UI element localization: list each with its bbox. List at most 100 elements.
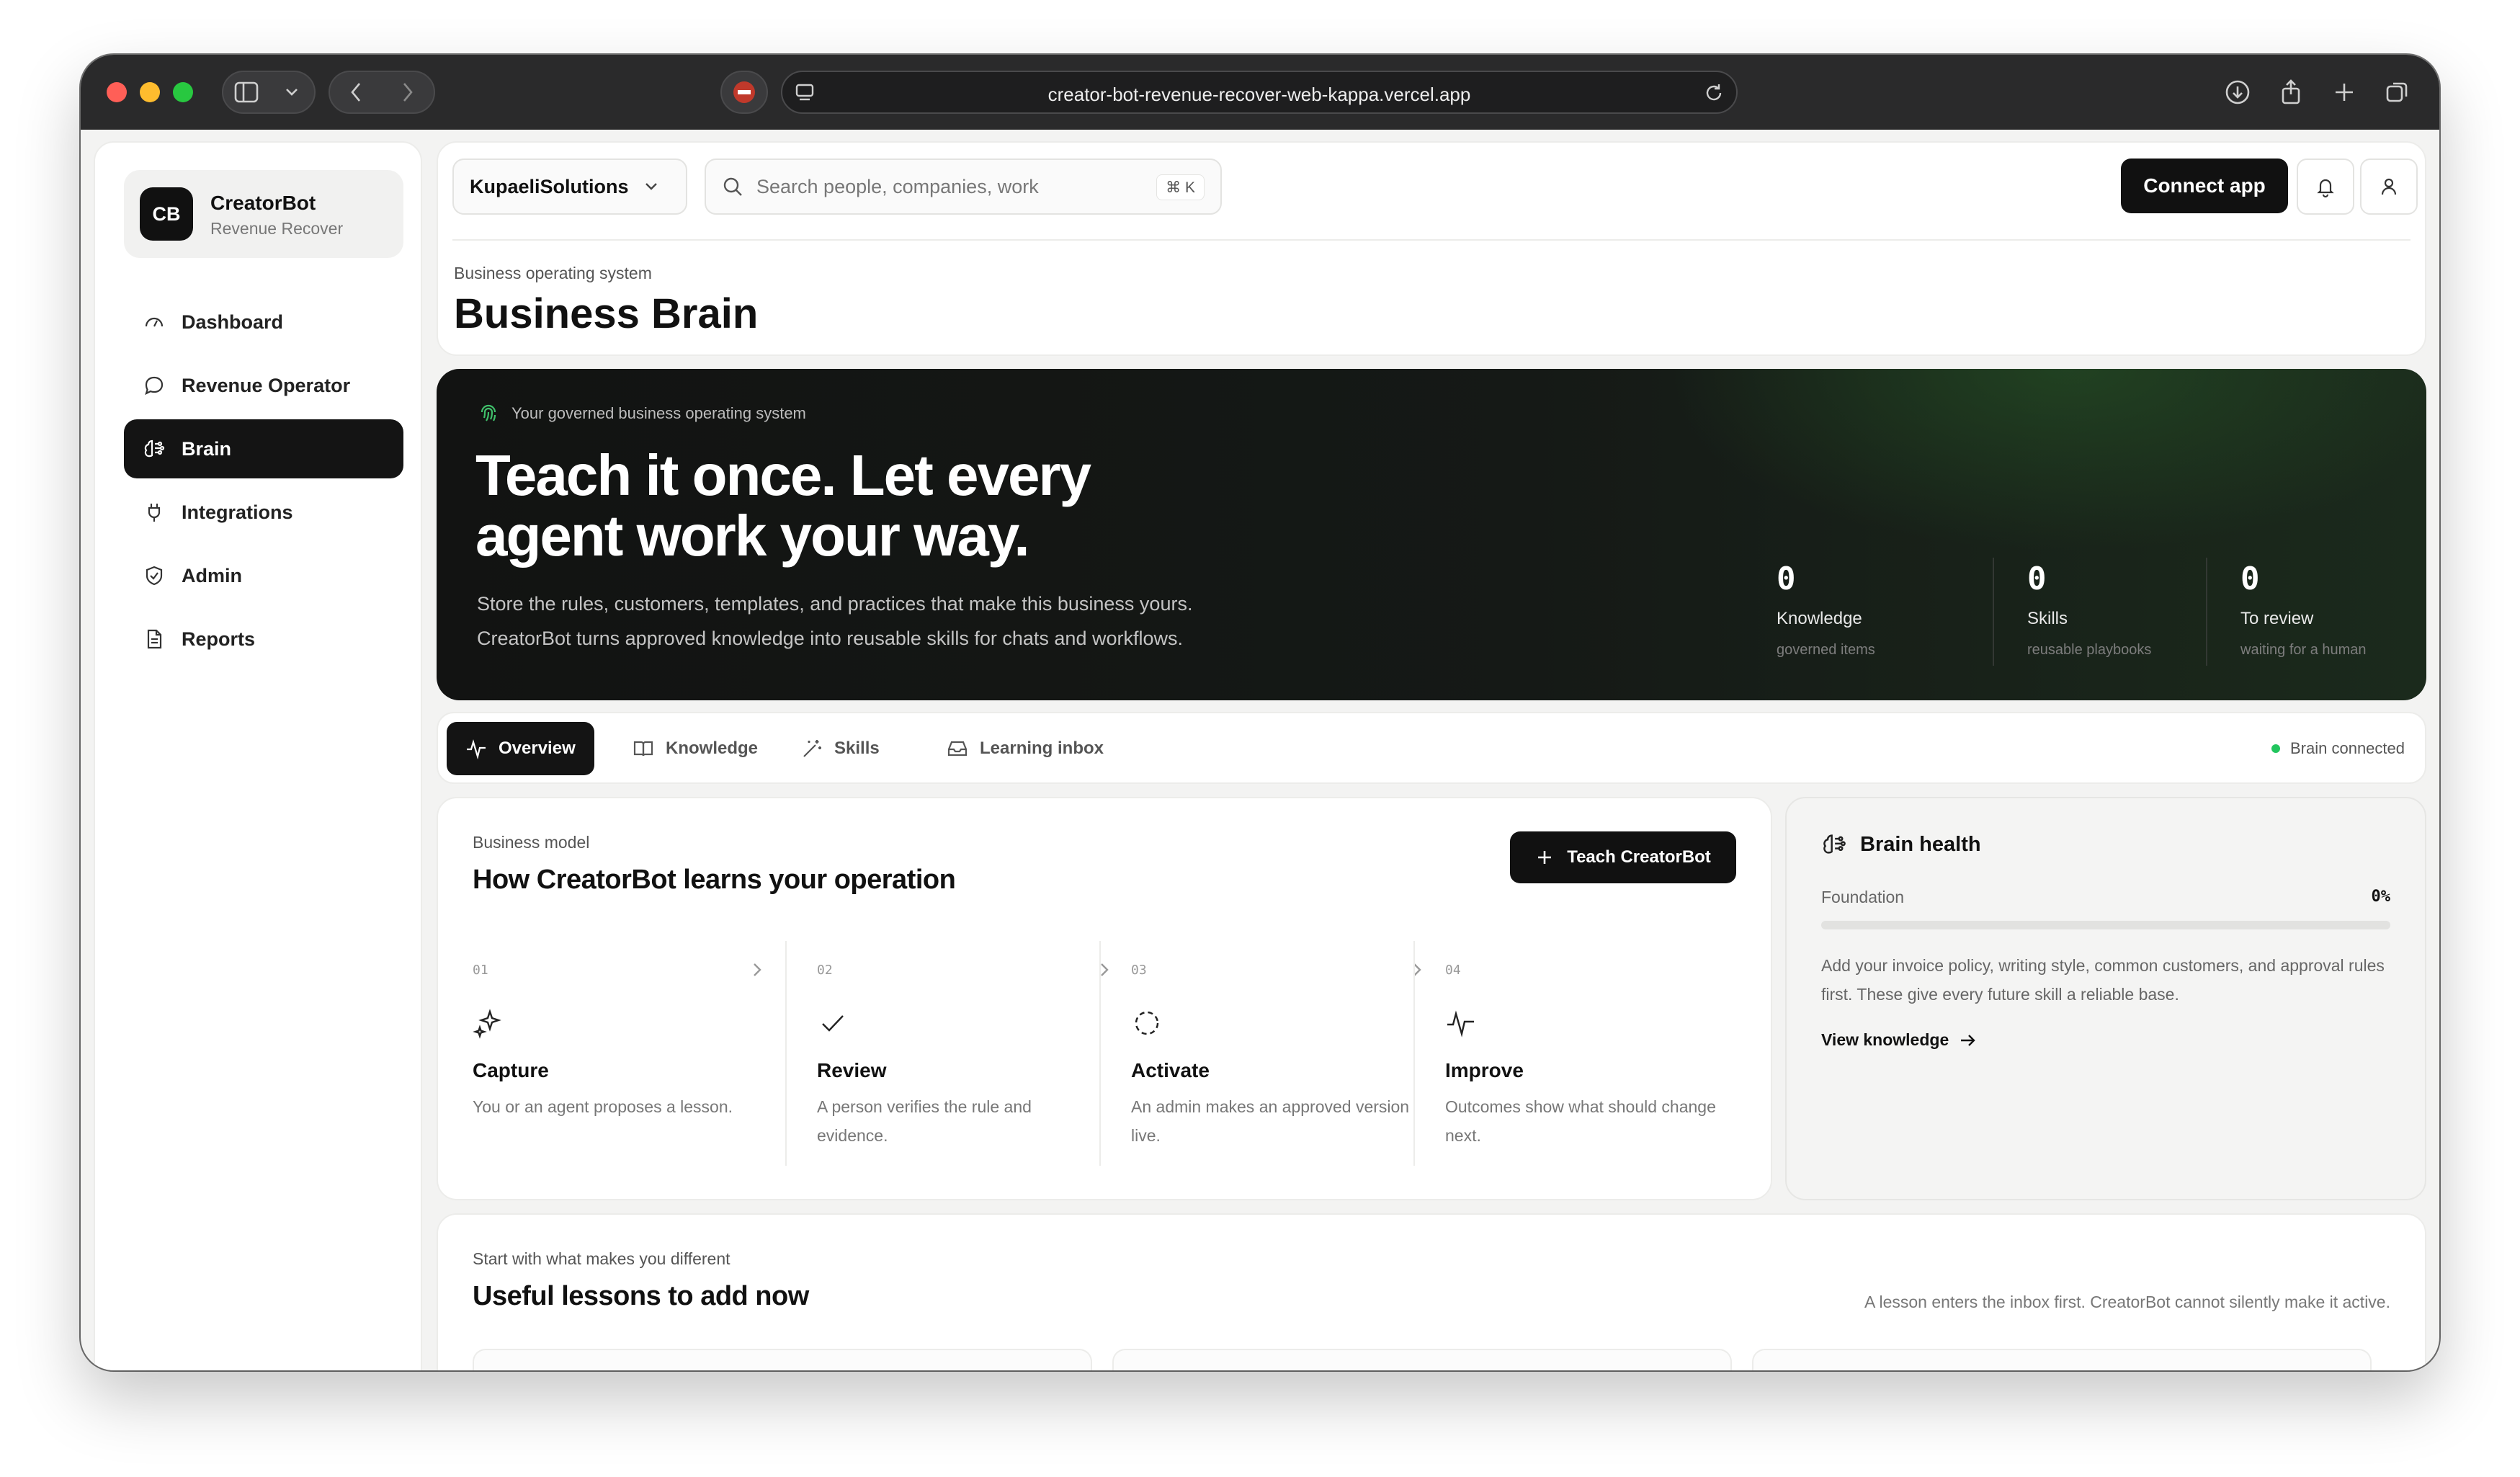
shield-extension-icon[interactable]	[720, 71, 768, 114]
card-eyebrow: Business model	[473, 833, 590, 852]
close-window-button[interactable]	[107, 82, 127, 102]
search-input[interactable]	[756, 175, 1145, 198]
shield-check-icon	[146, 566, 163, 586]
step-number: 04	[1445, 963, 1461, 978]
stat-sublabel: reusable playbooks	[2027, 642, 2152, 658]
brand-avatar: CB	[140, 187, 193, 241]
bell-icon	[2317, 179, 2334, 198]
chevron-down-icon	[645, 183, 657, 190]
sidebar-item-label: Reports	[182, 628, 256, 650]
step-improve[interactable]: 04 Improve Outcomes show what should cha…	[1445, 941, 1741, 1166]
stat-knowledge: 0 Knowledge governed items	[1777, 561, 1875, 669]
search-shortcut: ⌘ K	[1156, 174, 1205, 200]
tab-label: Skills	[834, 738, 880, 758]
step-number: 03	[1131, 963, 1147, 978]
useful-lessons-card: Start with what makes you different Usef…	[437, 1213, 2426, 1370]
brain-health-card: Brain health Foundation 0% Add your invo…	[1785, 797, 2426, 1200]
stat-divider	[1993, 558, 1994, 666]
browser-window: creator-bot-revenue-recover-web-kappa.ve…	[81, 55, 2439, 1370]
teach-creatorbot-button[interactable]: Teach CreatorBot	[1510, 831, 1736, 883]
sidebar-item-integrations[interactable]: Integrations	[124, 483, 403, 542]
tab-overview-icon[interactable]	[2377, 71, 2418, 114]
brand-card[interactable]: CB CreatorBot Revenue Recover	[124, 170, 403, 258]
stat-value: 0	[2240, 561, 2260, 597]
lesson-card[interactable]	[1752, 1349, 2372, 1370]
view-knowledge-label: View knowledge	[1821, 1030, 1949, 1049]
step-capture[interactable]: 01 Capture You or an agent proposes a le…	[473, 941, 785, 1166]
plug-icon	[148, 504, 161, 522]
step-title: Activate	[1131, 1059, 1210, 1081]
sidebar-item-brain[interactable]: Brain	[124, 419, 403, 478]
pulse-icon	[467, 739, 486, 759]
history-nav-group	[329, 71, 435, 114]
document-icon	[147, 629, 162, 649]
download-icon[interactable]	[2217, 71, 2258, 114]
stat-value: 0	[2027, 561, 2047, 597]
hero-description: Store the rules, customers, templates, a…	[477, 586, 1341, 656]
brain-health-title: Brain health	[1821, 831, 1981, 857]
fingerprint-icon	[481, 404, 496, 421]
step-title: Improve	[1445, 1059, 1524, 1081]
foundation-percent: 0%	[2371, 888, 2391, 906]
tab-label: Knowledge	[666, 738, 759, 758]
workspace-selector[interactable]: KupaeliSolutions	[452, 159, 687, 215]
book-icon	[633, 741, 653, 757]
inbox-icon	[947, 741, 968, 757]
main-content: KupaeliSolutions ⌘ K Connect app Busines…	[437, 141, 2426, 1370]
brain-status-text: Brain connected	[2290, 739, 2405, 757]
sidebar-item-label: Dashboard	[182, 311, 284, 333]
tab-learning-inbox[interactable]: Learning inbox	[928, 722, 1122, 775]
sidebar-item-reports[interactable]: Reports	[124, 610, 403, 669]
lesson-card[interactable]	[473, 1349, 1092, 1370]
stat-label: Knowledge	[1777, 609, 1862, 628]
new-tab-icon[interactable]	[2324, 71, 2364, 114]
step-title: Review	[817, 1059, 887, 1081]
stat-divider	[2206, 558, 2207, 666]
step-description: You or an agent proposes a lesson.	[473, 1097, 733, 1116]
notifications-button[interactable]	[2297, 159, 2354, 215]
sidebar-item-revenue-operator[interactable]: Revenue Operator	[124, 356, 403, 415]
page-eyebrow: Business operating system	[454, 264, 652, 282]
hero-eyebrow: Your governed business operating system	[477, 402, 806, 425]
search-box: ⌘ K	[705, 159, 1222, 215]
tab-knowledge[interactable]: Knowledge	[614, 722, 777, 775]
tab-skills[interactable]: Skills	[782, 722, 898, 775]
header-divider	[452, 239, 2410, 241]
step-description: A person verifies the rule and evidence.	[817, 1097, 1032, 1145]
share-icon[interactable]	[2271, 71, 2311, 114]
view-knowledge-link[interactable]: View knowledge	[1821, 1030, 1978, 1050]
stat-label: Skills	[2027, 609, 2068, 628]
chevron-down-icon[interactable]	[272, 72, 312, 112]
forward-arrow-icon[interactable]	[388, 72, 428, 112]
stat-sublabel: governed items	[1777, 642, 1875, 658]
chevron-right-icon	[1411, 960, 1424, 983]
foundation-progress	[1821, 921, 2390, 929]
sidebar-item-admin[interactable]: Admin	[124, 546, 403, 605]
zoom-window-button[interactable]	[173, 82, 193, 102]
browser-toolbar: creator-bot-revenue-recover-web-kappa.ve…	[81, 55, 2439, 130]
step-activate[interactable]: 03 Activate An admin makes an approved v…	[1131, 941, 1445, 1166]
plus-icon	[1538, 851, 1552, 864]
sidebar-item-label: Admin	[182, 564, 242, 586]
step-review[interactable]: 02 Review A person verifies the rule and…	[817, 941, 1132, 1166]
sidebar-toggle-icon[interactable]	[226, 72, 267, 112]
brand-name: CreatorBot	[210, 192, 316, 214]
app-shell: CB CreatorBot Revenue Recover Dashboard …	[94, 141, 2426, 1370]
page-title: Business Brain	[454, 290, 759, 337]
card-title: Useful lessons to add now	[473, 1281, 809, 1311]
arrow-right-icon	[1961, 1034, 1975, 1046]
lesson-card[interactable]	[1112, 1349, 1732, 1370]
account-button[interactable]	[2360, 159, 2418, 215]
reload-icon[interactable]	[1702, 81, 1726, 110]
connect-app-button[interactable]: Connect app	[2121, 159, 2288, 213]
wand-icon	[803, 740, 821, 757]
tab-overview[interactable]: Overview	[447, 722, 594, 775]
stat-to-review: 0 To review waiting for a human	[2240, 561, 2367, 669]
stat-label: To review	[2240, 609, 2314, 628]
address-bar[interactable]: creator-bot-revenue-recover-web-kappa.ve…	[781, 71, 1738, 114]
sidebar-item-dashboard[interactable]: Dashboard	[124, 293, 403, 352]
minimize-window-button[interactable]	[140, 82, 160, 102]
hero-description-line: Store the rules, customers, templates, a…	[477, 593, 1193, 615]
pulse-icon	[1445, 1007, 1477, 1043]
back-arrow-icon[interactable]	[336, 72, 376, 112]
